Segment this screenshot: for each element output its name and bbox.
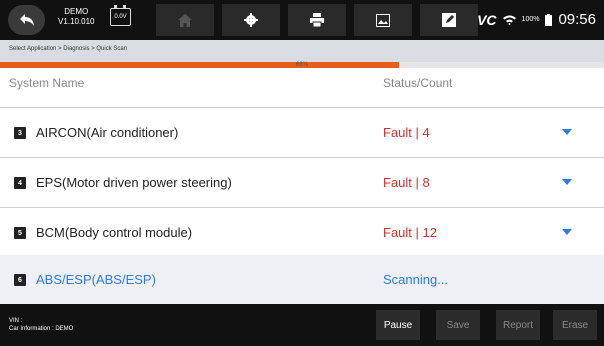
- status-count: Fault | 8: [383, 175, 430, 190]
- print-button[interactable]: [288, 4, 346, 36]
- screenshot-button[interactable]: [354, 4, 412, 36]
- status-area: VC 100% 09:56: [477, 11, 596, 28]
- table-row[interactable]: 3 AIRCON(Air conditioner) Fault | 4: [0, 108, 604, 158]
- bottom-toolbar: VIN : Car Information : DEMO Pause Save …: [0, 304, 604, 346]
- row-number: 4: [14, 177, 26, 189]
- column-header-status: Status/Count: [383, 76, 453, 90]
- clock: 09:56: [558, 11, 596, 28]
- back-arrow-icon: [19, 14, 34, 26]
- back-button[interactable]: [8, 5, 45, 35]
- column-header-system: System Name: [9, 76, 85, 90]
- report-button[interactable]: Report: [496, 310, 540, 340]
- expand-arrow-icon[interactable]: [562, 179, 572, 185]
- expand-arrow-icon[interactable]: [562, 229, 572, 235]
- car-battery-icon: 0.0V: [110, 5, 131, 26]
- system-name: ABS/ESP(ABS/ESP): [36, 272, 156, 287]
- erase-button[interactable]: Erase: [553, 310, 597, 340]
- battery-voltage: 0.0V: [114, 14, 127, 20]
- edit-button[interactable]: [420, 4, 478, 36]
- wifi-icon: [502, 15, 516, 25]
- status-count: Scanning...: [383, 272, 449, 287]
- version-line-1: DEMO: [64, 7, 89, 16]
- scrolled-row-partial: [0, 94, 604, 108]
- status-count: Fault | 12: [383, 225, 437, 240]
- app-version: DEMO V1.10.010: [58, 7, 94, 27]
- battery-percent: 100%: [521, 16, 540, 23]
- expand-arrow-icon[interactable]: [562, 129, 572, 135]
- breadcrumb: Select Application > Diagnosis > Quick S…: [0, 40, 604, 62]
- pause-button[interactable]: Pause: [376, 310, 420, 340]
- row-number: 6: [14, 274, 26, 286]
- system-name: AIRCON(Air conditioner): [36, 125, 179, 140]
- top-toolbar: DEMO V1.10.010 0.0V VC 100% 09:56: [0, 0, 604, 40]
- car-info: Car Information : DEMO: [9, 326, 74, 332]
- image-icon: [376, 13, 390, 27]
- vin-label: VIN :: [9, 318, 23, 324]
- row-number: 5: [14, 227, 26, 239]
- gear-icon: [244, 13, 258, 27]
- vehicle-info: VIN : Car Information : DEMO: [9, 317, 73, 333]
- row-number: 3: [14, 127, 26, 139]
- edit-icon: [442, 13, 456, 27]
- status-count: Fault | 4: [383, 125, 430, 140]
- table-row[interactable]: 5 BCM(Body control module) Fault | 12: [0, 208, 604, 258]
- system-name: BCM(Body control module): [36, 225, 193, 240]
- table-row[interactable]: 4 EPS(Motor driven power steering) Fault…: [0, 158, 604, 208]
- home-icon: [178, 13, 192, 27]
- table-row-scanning[interactable]: 6 ABS/ESP(ABS/ESP) Scanning...: [0, 255, 604, 305]
- vci-indicator: VC: [477, 11, 497, 28]
- system-name: EPS(Motor driven power steering): [36, 175, 232, 190]
- home-button[interactable]: [156, 4, 214, 36]
- settings-button[interactable]: [222, 4, 280, 36]
- save-button[interactable]: Save: [436, 310, 480, 340]
- table-header: System Name Status/Count: [0, 68, 604, 94]
- printer-icon: [310, 13, 324, 27]
- version-line-2: V1.10.010: [58, 17, 95, 26]
- battery-icon: [545, 13, 553, 26]
